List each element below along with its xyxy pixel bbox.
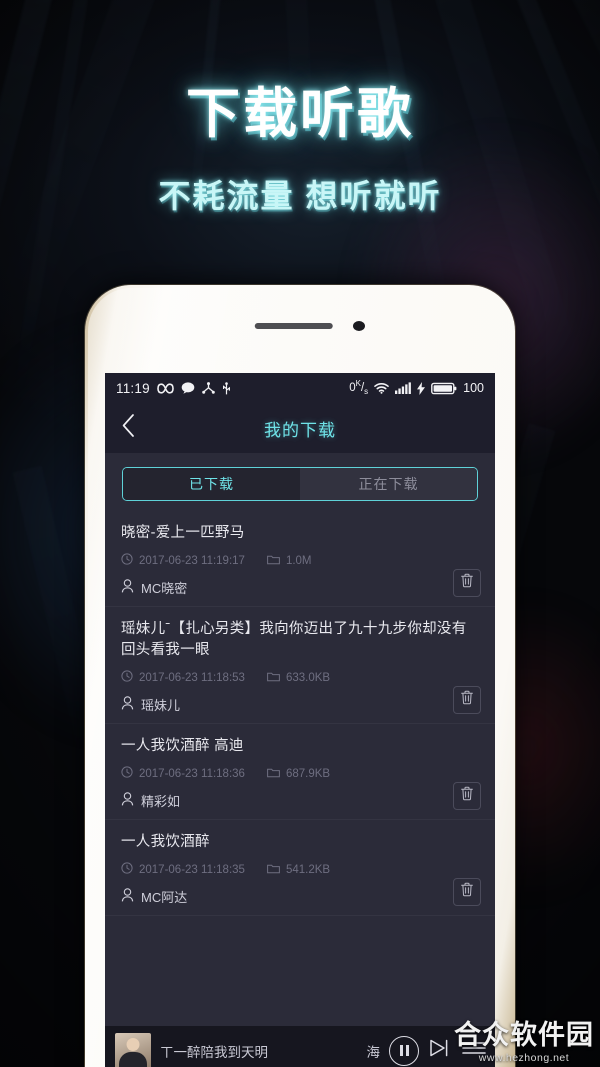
table-row[interactable]: 一人我饮酒醉 2017-06-23 11:18:35 541.2KB MC阿达 <box>105 820 495 917</box>
battery-icon <box>431 382 457 395</box>
player-track-title[interactable]: ㄒ一醉陪我到天明 <box>160 1041 358 1061</box>
download-artist-row: MC阿达 <box>121 887 479 906</box>
download-artist: MC阿达 <box>141 890 188 906</box>
trash-icon <box>460 690 474 710</box>
nav-bar: 我的下载 <box>105 403 495 453</box>
watermark-url: www.hezhong.net <box>478 1051 570 1064</box>
download-size: 541.2KB <box>285 863 331 876</box>
watermark: 合众软件园 www.hezhong.net <box>454 1019 594 1064</box>
tabs-container: 已下载 正在下载 <box>105 453 495 511</box>
download-date: 2017-06-23 11:19:17 <box>139 554 245 567</box>
clock-icon <box>121 670 133 685</box>
pause-icon <box>389 1035 419 1066</box>
download-meta: 2017-06-23 11:18:35 541.2KB <box>121 862 479 877</box>
avatar-body <box>119 1051 147 1067</box>
download-title: 一人我饮酒醉 高迪 <box>121 738 244 755</box>
promo-text-block: 下载听歌 不耗流量 想听就听 <box>0 86 600 217</box>
page-title: 我的下载 <box>264 420 336 440</box>
message-icon <box>181 382 195 394</box>
pause-button[interactable] <box>389 1035 419 1066</box>
person-icon <box>121 696 134 713</box>
player-track-extra: 海 <box>366 1044 381 1060</box>
status-bar-left: 11:19 <box>116 381 231 396</box>
watermark-name: 合众软件园 <box>454 1019 594 1050</box>
download-artist: MC晓密 <box>141 581 188 597</box>
segmented-control: 已下载 正在下载 <box>122 467 478 501</box>
download-date: 2017-06-23 11:18:53 <box>139 671 245 684</box>
delete-button[interactable] <box>453 686 481 715</box>
battery-level: 100 <box>463 381 484 395</box>
trash-icon <box>460 882 474 902</box>
person-icon <box>121 888 134 905</box>
download-title: 晓密-爱上一匹野马 <box>121 525 245 541</box>
clock-icon <box>121 862 133 877</box>
next-track-icon <box>428 1038 452 1063</box>
download-artist: 精彩如 <box>141 794 181 810</box>
download-date: 2017-06-23 11:18:35 <box>139 863 245 876</box>
download-artist-row: MC晓密 <box>121 578 479 597</box>
promo-subheadline: 不耗流量 想听就听 <box>158 177 442 214</box>
tab-downloaded[interactable]: 已下载 <box>123 468 300 500</box>
usb-icon <box>222 381 231 395</box>
trash-icon <box>460 786 474 806</box>
trash-icon <box>460 573 474 593</box>
download-meta: 2017-06-23 11:19:17 1.0M <box>121 553 479 568</box>
share-icon <box>201 382 215 394</box>
download-meta: 2017-06-23 11:18:36 687.9KB <box>121 766 479 781</box>
phone-frame: 11:19 0K/s 100 我的下载 已下载 正在下载 晓密-爱上一匹野马 2… <box>85 285 515 1067</box>
download-size: 633.0KB <box>285 671 331 684</box>
promo-screenshot: 下载听歌 不耗流量 想听就听 11:19 0K/s 100 我的下载 已下载 正… <box>0 0 600 1067</box>
status-bar-right: 0K/s 100 <box>349 379 484 396</box>
avatar[interactable] <box>115 1032 151 1067</box>
earpiece-speaker <box>254 323 333 329</box>
front-camera <box>353 321 365 331</box>
downloads-list: 晓密-爱上一匹野马 2017-06-23 11:19:17 1.0M MC晓密 … <box>105 511 495 917</box>
clock-icon <box>121 553 133 568</box>
avatar-head <box>126 1037 140 1051</box>
next-track-button[interactable] <box>428 1038 452 1063</box>
network-rate: 0K/s <box>349 379 369 397</box>
download-meta: 2017-06-23 11:18:53 633.0KB <box>121 670 479 685</box>
promo-headline: 下载听歌 <box>186 84 414 144</box>
table-row[interactable]: 晓密-爱上一匹野马 2017-06-23 11:19:17 1.0M MC晓密 <box>105 511 495 608</box>
infinity-icon <box>156 382 174 394</box>
delete-button[interactable] <box>453 782 481 811</box>
wifi-icon <box>374 382 389 394</box>
download-title: 一人我饮酒醉 <box>121 834 210 851</box>
folder-icon <box>267 767 280 781</box>
person-icon <box>121 579 134 596</box>
phone-screen: 11:19 0K/s 100 我的下载 已下载 正在下载 晓密-爱上一匹野马 2… <box>105 373 495 1067</box>
download-title: 瑶妹儿ˉ【扎心另类】我向你迈出了九十九步你却没有回头看我一眼 <box>121 621 467 659</box>
download-artist: 瑶妹儿 <box>141 698 181 714</box>
signal-icon <box>395 382 412 394</box>
folder-icon <box>267 554 280 568</box>
status-bar: 11:19 0K/s 100 <box>105 373 495 403</box>
download-size: 687.9KB <box>285 767 331 780</box>
clock-icon <box>121 766 133 781</box>
player-bar: ㄒ一醉陪我到天明 海 <box>105 1026 495 1067</box>
table-row[interactable]: 瑶妹儿ˉ【扎心另类】我向你迈出了九十九步你却没有回头看我一眼 2017-06-2… <box>105 607 495 725</box>
charging-bolt-icon <box>417 381 426 395</box>
folder-icon <box>267 671 280 685</box>
delete-button[interactable] <box>453 878 481 907</box>
download-artist-row: 瑶妹儿 <box>121 695 479 714</box>
download-size: 1.0M <box>285 554 312 567</box>
tab-downloading[interactable]: 正在下载 <box>300 468 477 500</box>
download-date: 2017-06-23 11:18:36 <box>139 767 245 780</box>
status-time: 11:19 <box>116 380 150 396</box>
table-row[interactable]: 一人我饮酒醉 高迪 2017-06-23 11:18:36 687.9KB 精彩… <box>105 724 495 821</box>
folder-icon <box>267 863 280 877</box>
download-artist-row: 精彩如 <box>121 791 479 810</box>
delete-button[interactable] <box>453 569 481 598</box>
person-icon <box>121 792 134 809</box>
